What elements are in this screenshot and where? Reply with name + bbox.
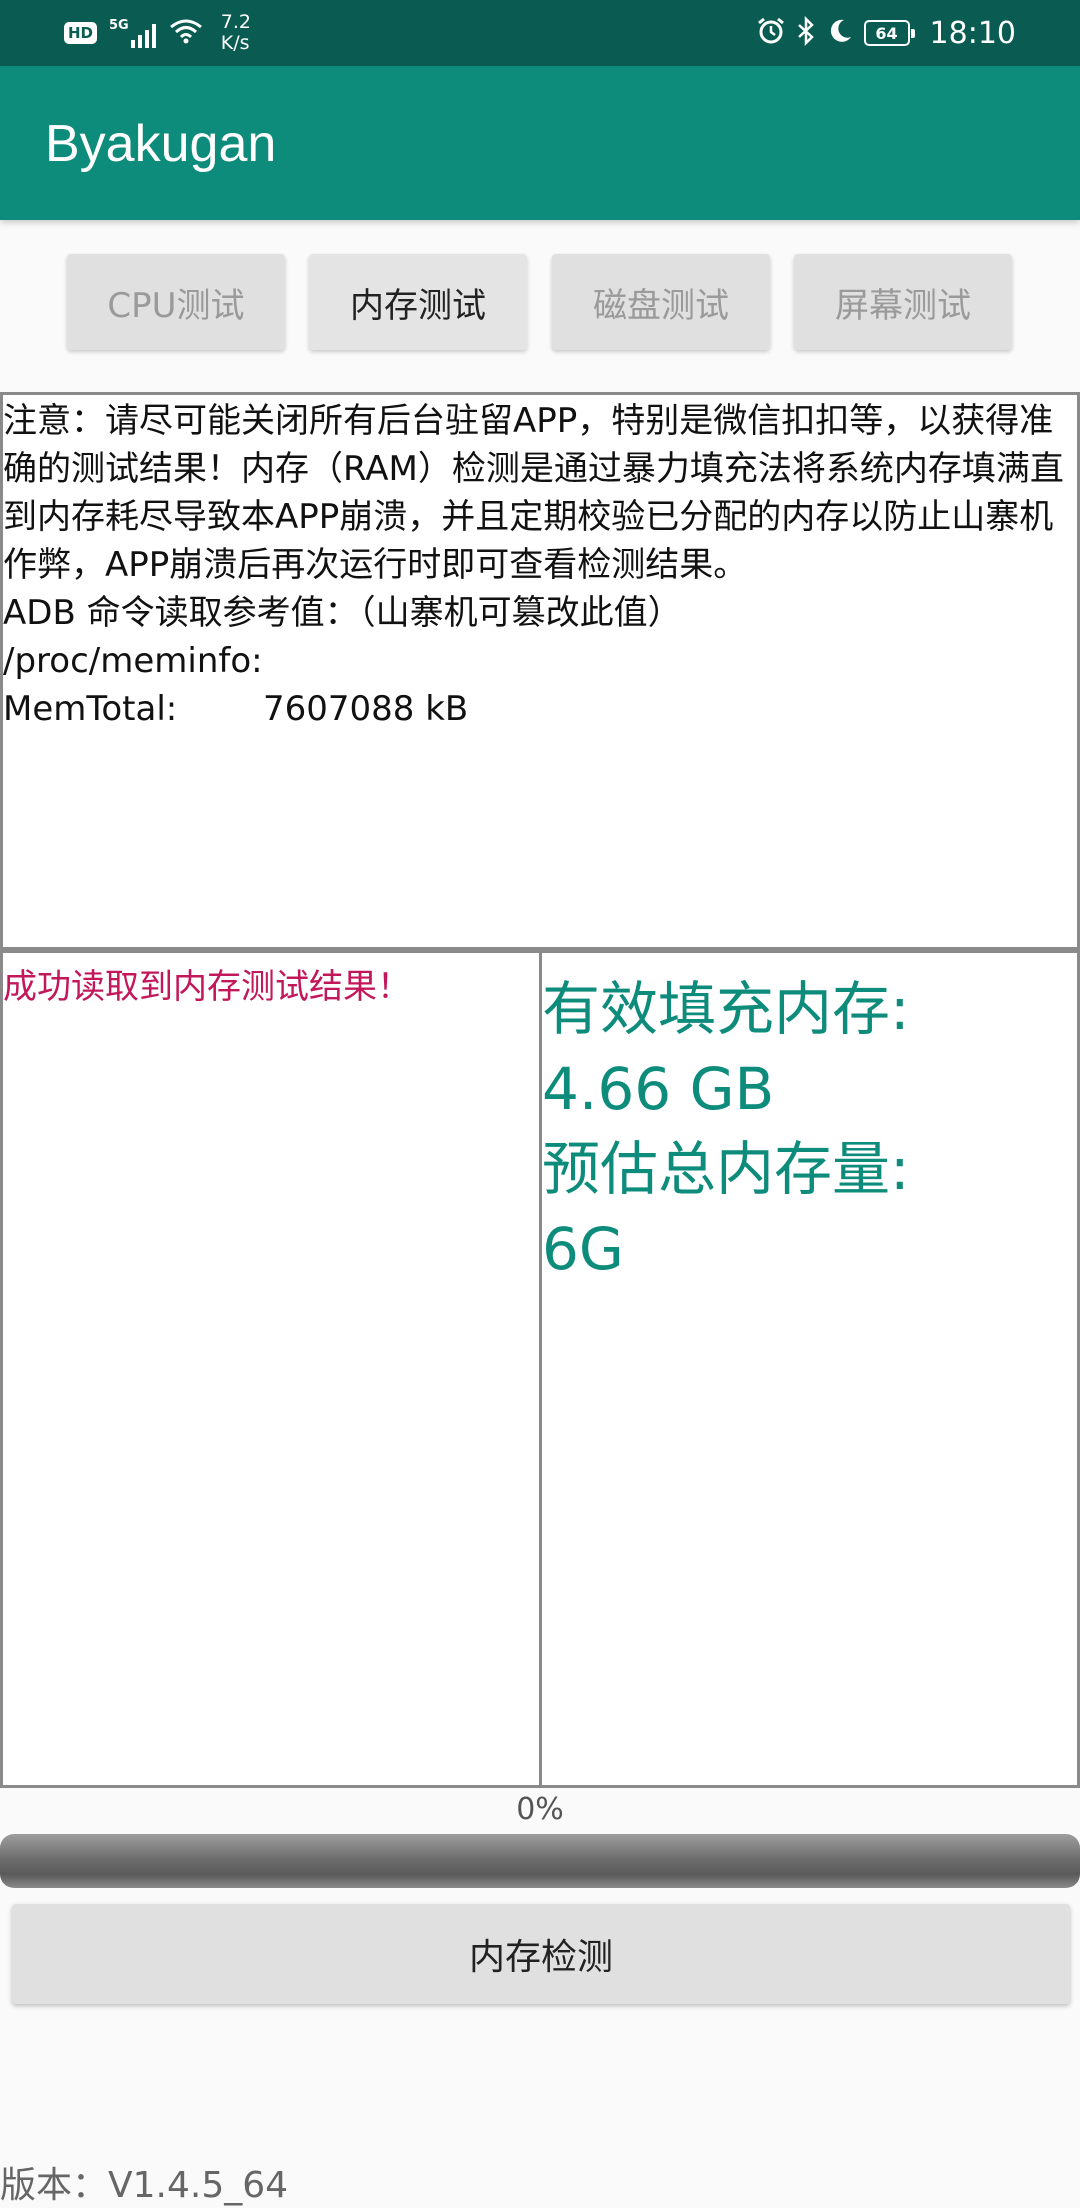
progress-percent: 0% [516,1792,564,1827]
signal-icon: 5G [109,18,157,48]
moon-icon [826,17,854,49]
success-message: 成功读取到内存测试结果！ [3,967,411,1007]
hd-badge: HD [64,22,98,44]
net-speed-unit: K/s [220,32,250,54]
tab-disk-test[interactable]: 磁盘测试 [552,254,770,350]
effective-memory-label: 有效填充内存: [542,975,910,1043]
status-right: 64 18:10 [756,0,1016,66]
tab-screen-test[interactable]: 屏幕测试 [794,254,1012,350]
battery-icon: 64 [863,20,915,46]
estimated-memory-value: 6G [542,1215,624,1283]
net-speed: 7.2 K/s [221,12,251,54]
result-summary-panel: 有效填充内存: 4.66 GB 预估总内存量: 6G [539,950,1080,1788]
memtotal-value: 7607088 kB [263,689,469,729]
estimated-memory-label: 预估总内存量: [542,1135,910,1203]
alarm-icon [756,16,786,50]
info-panel[interactable]: 注意：请尽可能关闭所有后台驻留APP，特别是微信扣扣等，以获得准确的测试结果！内… [0,392,1080,950]
memtotal-row: MemTotal: 7607088 kB [3,685,1077,733]
result-log-panel: 成功读取到内存测试结果！ [0,950,542,1788]
net-speed-value: 7.2 [220,11,251,33]
meminfo-path: /proc/meminfo: [3,641,263,681]
adb-reference-text: ADB 命令读取参考值：（山寨机可篡改此值） [3,593,682,633]
tab-cpu-test[interactable]: CPU测试 [67,254,285,350]
bluetooth-icon [796,15,816,50]
status-time: 18:10 [929,15,1016,51]
app-title: Byakugan [45,115,277,173]
progress-bar [0,1834,1080,1888]
battery-level: 64 [875,23,898,43]
version-label: 版本：V1.4.5_64 [0,2165,289,2206]
wifi-icon [169,18,203,48]
memtotal-label: MemTotal: [3,689,178,729]
status-bar: HD 5G 7.2 K/s 64 18:10 [0,0,1080,66]
notice-text: 注意：请尽可能关闭所有后台驻留APP，特别是微信扣扣等，以获得准确的测试结果！内… [3,401,1064,585]
status-left: HD 5G 7.2 K/s [64,0,251,66]
effective-memory-value: 4.66 GB [542,1055,775,1123]
tab-memory-test[interactable]: 内存测试 [309,254,527,350]
signal-label: 5G [109,18,129,33]
app-bar: Byakugan [0,66,1080,220]
memory-detect-button[interactable]: 内存检测 [12,1904,1070,2004]
